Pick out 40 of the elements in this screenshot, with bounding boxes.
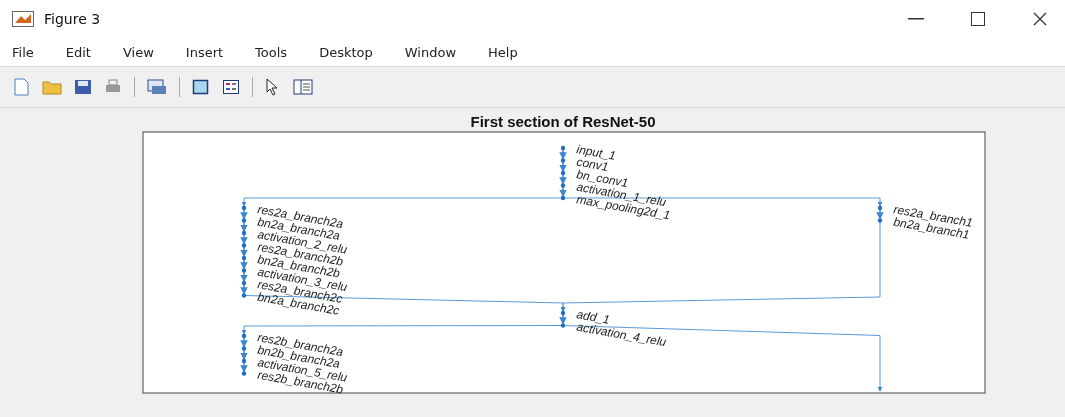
menu-item[interactable]: Insert <box>185 44 224 60</box>
graph-node <box>241 293 247 298</box>
graph-node <box>241 268 247 273</box>
graph-node <box>241 371 247 376</box>
menu-item[interactable]: View <box>122 44 154 60</box>
legend-icon[interactable] <box>222 78 240 96</box>
graph-node <box>241 280 247 286</box>
panel-icon[interactable] <box>293 79 313 95</box>
graph-node <box>560 310 566 316</box>
menu-item[interactable]: Window <box>404 44 457 60</box>
graph-node <box>560 323 566 328</box>
graph-node <box>241 218 247 223</box>
graph-node <box>241 243 247 248</box>
minimize-icon <box>908 18 924 20</box>
figure-logo-icon <box>12 11 34 27</box>
plot-title: First section of ResNet-50 <box>470 113 656 130</box>
window-icon[interactable] <box>147 78 167 96</box>
graph-node <box>560 183 566 188</box>
graph-node <box>560 158 566 163</box>
graph-node <box>560 145 566 151</box>
graph-node <box>877 205 883 211</box>
graph-node <box>241 230 247 236</box>
menu-item[interactable]: Desktop <box>319 44 373 60</box>
menu-item[interactable]: Help <box>488 44 518 60</box>
close-icon <box>1033 12 1047 26</box>
menu-item[interactable]: File <box>12 44 34 60</box>
save-icon[interactable] <box>74 78 92 96</box>
graph-node <box>241 205 247 211</box>
graph-node <box>560 195 566 201</box>
graph-node <box>241 333 247 339</box>
maximize-icon <box>971 12 985 26</box>
graph-node <box>877 218 883 223</box>
graph-node <box>241 346 247 351</box>
graph-node <box>241 358 247 364</box>
window-title: Figure 3 <box>44 11 102 27</box>
menu-item[interactable]: Tools <box>255 44 288 60</box>
graph-node <box>241 255 247 261</box>
menu-item[interactable]: Edit <box>65 44 91 60</box>
graph-node <box>560 170 566 176</box>
colorbar-icon[interactable] <box>192 78 210 96</box>
